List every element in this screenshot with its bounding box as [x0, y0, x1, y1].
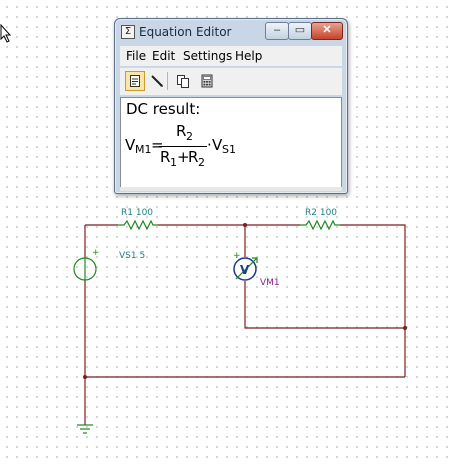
r1-label: R1 100: [121, 208, 153, 218]
eq-source-subscript: S1: [222, 143, 236, 156]
equation-editor-window[interactable]: Σ Equation Editor – ▭ ✕ File Edit Settin…: [114, 18, 348, 194]
junction-node-top: [243, 223, 247, 227]
eq-source-v: V: [212, 136, 223, 154]
vs1-label: VS1 5: [119, 251, 145, 261]
copy-icon[interactable]: [173, 71, 193, 91]
vm1-label: VM1: [260, 278, 280, 288]
menu-file[interactable]: File: [126, 49, 146, 63]
resistor-r1[interactable]: [118, 219, 158, 231]
equation-result-area: DC result: V M1 = R 2 R 1 + R 2 · V S1: [120, 97, 342, 189]
junction-node-right: [403, 326, 407, 330]
menu-edit[interactable]: Edit: [152, 49, 175, 63]
mouse-pointer-icon: [0, 24, 12, 43]
equation-editor-app-icon: Σ: [121, 25, 135, 39]
resistor-r2[interactable]: [300, 219, 340, 231]
ground-symbol[interactable]: [77, 424, 93, 434]
window-bottom-strip: [120, 187, 342, 191]
title-bar[interactable]: Σ Equation Editor – ▭ ✕: [115, 19, 347, 45]
page-icon[interactable]: [125, 71, 145, 91]
menu-bar: File Edit Settings Help: [120, 46, 342, 66]
toolbar: [120, 67, 342, 95]
eq-denominator-r2-subscript: 2: [198, 156, 205, 169]
menu-settings[interactable]: Settings: [183, 49, 232, 63]
maximize-button[interactable]: ▭: [288, 22, 312, 40]
voltage-source-vs1[interactable]: [73, 257, 97, 281]
junction-node-bottom-left: [83, 375, 87, 379]
eq-lhs-subscript: M1: [135, 143, 152, 156]
pen-icon[interactable]: [147, 71, 167, 91]
wire-meter-bottom[interactable]: [244, 281, 405, 329]
r2-label: R2 100: [305, 208, 337, 218]
eq-denominator-r1: R: [160, 148, 171, 166]
menu-help[interactable]: Help: [235, 49, 262, 63]
vs1-plus-sign: +: [92, 248, 100, 258]
eq-lhs-v: V: [125, 136, 136, 154]
voltmeter-symbol: V: [240, 263, 250, 277]
eq-numerator-r: R: [176, 122, 187, 140]
dc-result-label: DC result:: [126, 100, 201, 118]
close-button[interactable]: ✕: [311, 22, 343, 40]
eq-numerator-subscript: 2: [186, 130, 193, 143]
window-title: Equation Editor: [139, 25, 232, 39]
wire-r2-to-right[interactable]: [340, 224, 406, 377]
fraction-bar: [159, 146, 207, 147]
eq-denominator-r2: R: [188, 148, 199, 166]
minimize-button[interactable]: –: [265, 22, 289, 40]
calculator-icon[interactable]: [197, 71, 217, 91]
vm1-plus-sign: +: [233, 251, 241, 261]
toolbar-separator: [167, 72, 168, 90]
eq-denominator-r1-subscript: 1: [170, 156, 177, 169]
